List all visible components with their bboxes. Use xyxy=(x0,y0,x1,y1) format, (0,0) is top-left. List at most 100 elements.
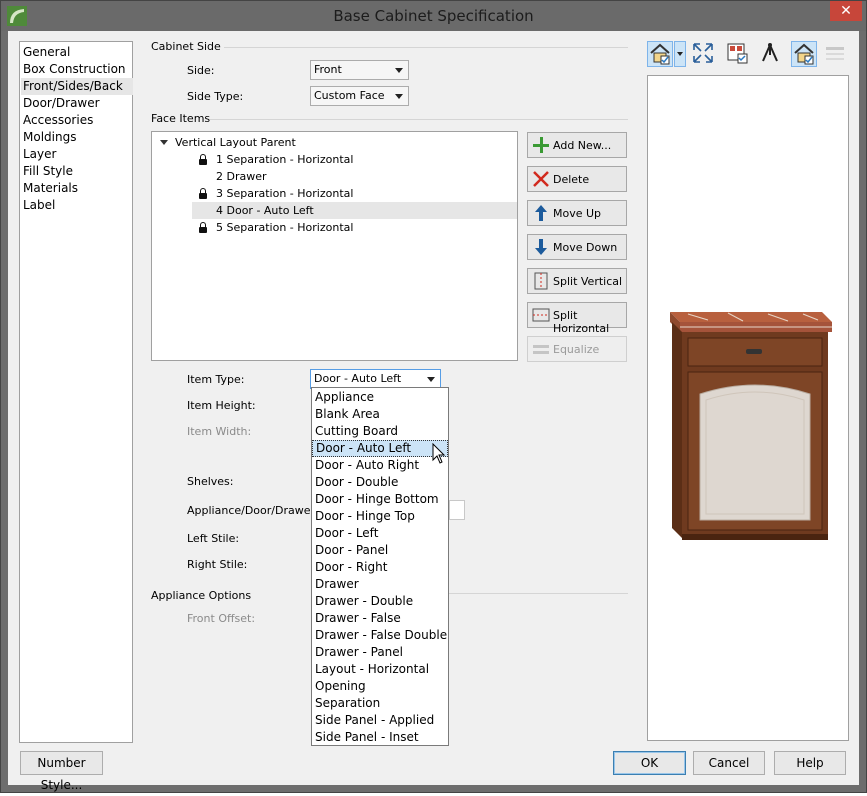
option-door-hinge-top[interactable]: Door - Hinge Top xyxy=(312,508,448,525)
option-drawer-panel[interactable]: Drawer - Panel xyxy=(312,644,448,661)
side-select[interactable]: Front xyxy=(310,60,409,80)
table-view-button[interactable] xyxy=(823,41,849,67)
category-front-sides-back[interactable]: Front/Sides/Back xyxy=(21,78,133,95)
tree-item-1[interactable]: 1 Separation - Horizontal xyxy=(192,151,517,168)
option-door-panel[interactable]: Door - Panel xyxy=(312,542,448,559)
option-side-panel-applied[interactable]: Side Panel - Applied xyxy=(312,712,448,729)
fill-window-button[interactable] xyxy=(691,41,717,67)
title-bar[interactable]: Base Cabinet Specification ✕ xyxy=(1,1,866,31)
tree-item-5[interactable]: 5 Separation - Horizontal xyxy=(192,219,517,236)
tree-parent-label: Vertical Layout Parent xyxy=(175,136,296,149)
option-drawer-false-double[interactable]: Drawer - False Double xyxy=(312,627,448,644)
close-button[interactable]: ✕ xyxy=(830,1,862,21)
camera-tool-icon xyxy=(762,43,778,62)
tree-item-label: 1 Separation - Horizontal xyxy=(216,153,354,166)
lock-icon xyxy=(199,222,207,233)
camera-tool-button[interactable] xyxy=(758,41,784,67)
layout-view-button[interactable] xyxy=(725,41,751,67)
split-vertical-icon xyxy=(534,272,548,290)
option-cutting-board[interactable]: Cutting Board xyxy=(312,423,448,440)
tree-item-label: 3 Separation - Horizontal xyxy=(216,187,354,200)
equalize-icon xyxy=(533,345,549,354)
view-mode-button[interactable] xyxy=(647,41,673,67)
split-vertical-label: Split Vertical xyxy=(553,275,623,288)
lock-icon xyxy=(199,154,207,165)
category-label[interactable]: Label xyxy=(23,197,55,214)
option-drawer-false[interactable]: Drawer - False xyxy=(312,610,448,627)
left-stile-label: Left Stile: xyxy=(187,532,240,545)
split-vertical-button[interactable]: Split Vertical xyxy=(527,268,627,294)
number-style-button[interactable]: Number Style... xyxy=(20,751,103,792)
help-button[interactable]: Help xyxy=(774,751,846,775)
cabinet-side-group-label: Cabinet Side xyxy=(151,40,221,53)
option-door-right[interactable]: Door - Right xyxy=(312,559,448,576)
option-door-left[interactable]: Door - Left xyxy=(312,525,448,542)
add-new-label: Add New... xyxy=(553,139,612,152)
shelves-label: Shelves: xyxy=(187,475,234,488)
cabinet-preview[interactable] xyxy=(647,75,849,741)
view-mode-dropdown[interactable] xyxy=(674,41,686,67)
option-appliance[interactable]: Appliance xyxy=(312,389,448,406)
tree-item-3[interactable]: 3 Separation - Horizontal xyxy=(192,185,517,202)
dialog-body: General Box Construction Front/Sides/Bac… xyxy=(8,31,859,792)
option-side-panel-inset[interactable]: Side Panel - Inset xyxy=(312,729,448,746)
appliance-door-drawer-field[interactable] xyxy=(449,500,465,520)
category-general[interactable]: General xyxy=(23,44,70,61)
category-materials[interactable]: Materials xyxy=(23,180,78,197)
chevron-down-icon xyxy=(395,68,403,73)
split-horizontal-button[interactable]: Split Horizontal xyxy=(527,302,627,335)
equalize-button[interactable]: Equalize xyxy=(527,336,627,362)
category-door-drawer[interactable]: Door/Drawer xyxy=(23,95,100,112)
category-layer[interactable]: Layer xyxy=(23,146,56,163)
arrow-up-icon xyxy=(535,205,547,221)
cancel-button[interactable]: Cancel xyxy=(693,751,765,775)
option-separation[interactable]: Separation xyxy=(312,695,448,712)
move-up-button[interactable]: Move Up xyxy=(527,200,627,226)
tree-expand-icon[interactable] xyxy=(160,140,168,145)
cabinet-3d-image xyxy=(670,312,832,540)
option-drawer[interactable]: Drawer xyxy=(312,576,448,593)
tree-parent-row[interactable]: Vertical Layout Parent xyxy=(158,134,513,151)
option-door-double[interactable]: Door - Double xyxy=(312,474,448,491)
category-fill-style[interactable]: Fill Style xyxy=(23,163,73,180)
side-label: Side: xyxy=(187,64,215,77)
tree-item-label: 2 Drawer xyxy=(216,170,267,183)
split-horizontal-label: Split Horizontal xyxy=(553,309,610,335)
appliance-door-drawer-label: Appliance/Door/Drawer: xyxy=(187,504,319,517)
arrow-down-icon xyxy=(535,239,547,255)
side-type-select[interactable]: Custom Face xyxy=(310,86,409,106)
front-offset-label: Front Offset: xyxy=(187,612,256,625)
chevron-down-icon xyxy=(427,377,435,382)
tree-item-4[interactable]: 4 Door - Auto Left xyxy=(192,202,517,219)
option-opening[interactable]: Opening xyxy=(312,678,448,695)
move-up-label: Move Up xyxy=(553,207,602,220)
option-door-auto-left[interactable]: Door - Auto Left xyxy=(312,440,448,457)
chevron-down-icon xyxy=(677,52,683,56)
chevron-down-icon xyxy=(395,94,403,99)
option-blank-area[interactable]: Blank Area xyxy=(312,406,448,423)
move-down-button[interactable]: Move Down xyxy=(527,234,627,260)
house-view-icon xyxy=(650,43,670,65)
dialog-window: Base Cabinet Specification ✕ General Box… xyxy=(0,0,867,793)
category-list[interactable]: General Box Construction Front/Sides/Bac… xyxy=(19,41,133,743)
item-height-label: Item Height: xyxy=(187,399,256,412)
add-new-button[interactable]: Add New... xyxy=(527,132,627,158)
item-type-dropdown-list[interactable]: Appliance Blank Area Cutting Board Door … xyxy=(311,387,449,746)
option-door-auto-right[interactable]: Door - Auto Right xyxy=(312,457,448,474)
option-door-hinge-bottom[interactable]: Door - Hinge Bottom xyxy=(312,491,448,508)
category-accessories[interactable]: Accessories xyxy=(23,112,93,129)
ok-button[interactable]: OK xyxy=(613,751,686,775)
equalize-label: Equalize xyxy=(553,343,600,356)
move-down-label: Move Down xyxy=(553,241,618,254)
option-drawer-double[interactable]: Drawer - Double xyxy=(312,593,448,610)
side-select-value: Front xyxy=(314,63,342,76)
render-view-button[interactable] xyxy=(791,41,817,67)
option-layout-horizontal[interactable]: Layout - Horizontal xyxy=(312,661,448,678)
tree-item-2[interactable]: 2 Drawer xyxy=(192,168,517,185)
item-type-select[interactable]: Door - Auto Left xyxy=(310,369,441,389)
delete-button[interactable]: Delete xyxy=(527,166,627,192)
face-items-tree[interactable]: Vertical Layout Parent 1 Separation - Ho… xyxy=(151,131,518,361)
category-moldings[interactable]: Moldings xyxy=(23,129,76,146)
category-box-construction[interactable]: Box Construction xyxy=(23,61,126,78)
tree-item-label: 4 Door - Auto Left xyxy=(216,204,314,217)
